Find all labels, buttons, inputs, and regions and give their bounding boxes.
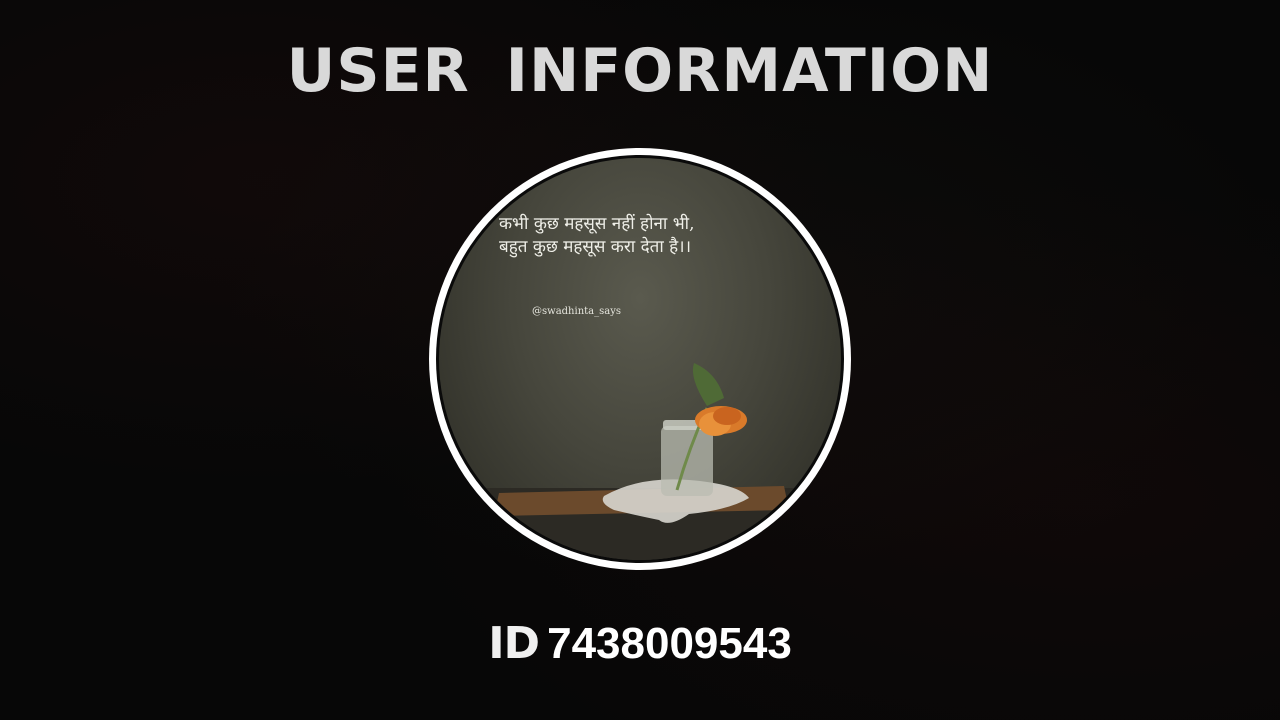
user-id-value: 7438009543 (547, 619, 792, 668)
avatar-handle-text: @swadhinta_says (532, 306, 621, 317)
profile-avatar-ring: कभी कुछ महसूस नहीं होना भी, बहुत कुछ महस… (429, 148, 851, 570)
user-info-screen: USER INFORMATION कभी कुछ महसूस नहीं होना… (0, 0, 1280, 720)
avatar-image: कभी कुछ महसूस नहीं होना भी, बहुत कुछ महस… (439, 158, 841, 560)
page-title: USER INFORMATION (286, 36, 994, 106)
profile-avatar[interactable]: कभी कुछ महसूस नहीं होना भी, बहुत कुछ महस… (436, 155, 844, 563)
user-id-label: ID (488, 618, 540, 669)
marigold-flower (695, 406, 747, 436)
user-id-row: ID 7438009543 (0, 618, 1280, 669)
flower-leaf (692, 363, 724, 406)
avatar-quote-text: कभी कुछ महसूस नहीं होना भी, बहुत कुछ महस… (499, 214, 695, 257)
